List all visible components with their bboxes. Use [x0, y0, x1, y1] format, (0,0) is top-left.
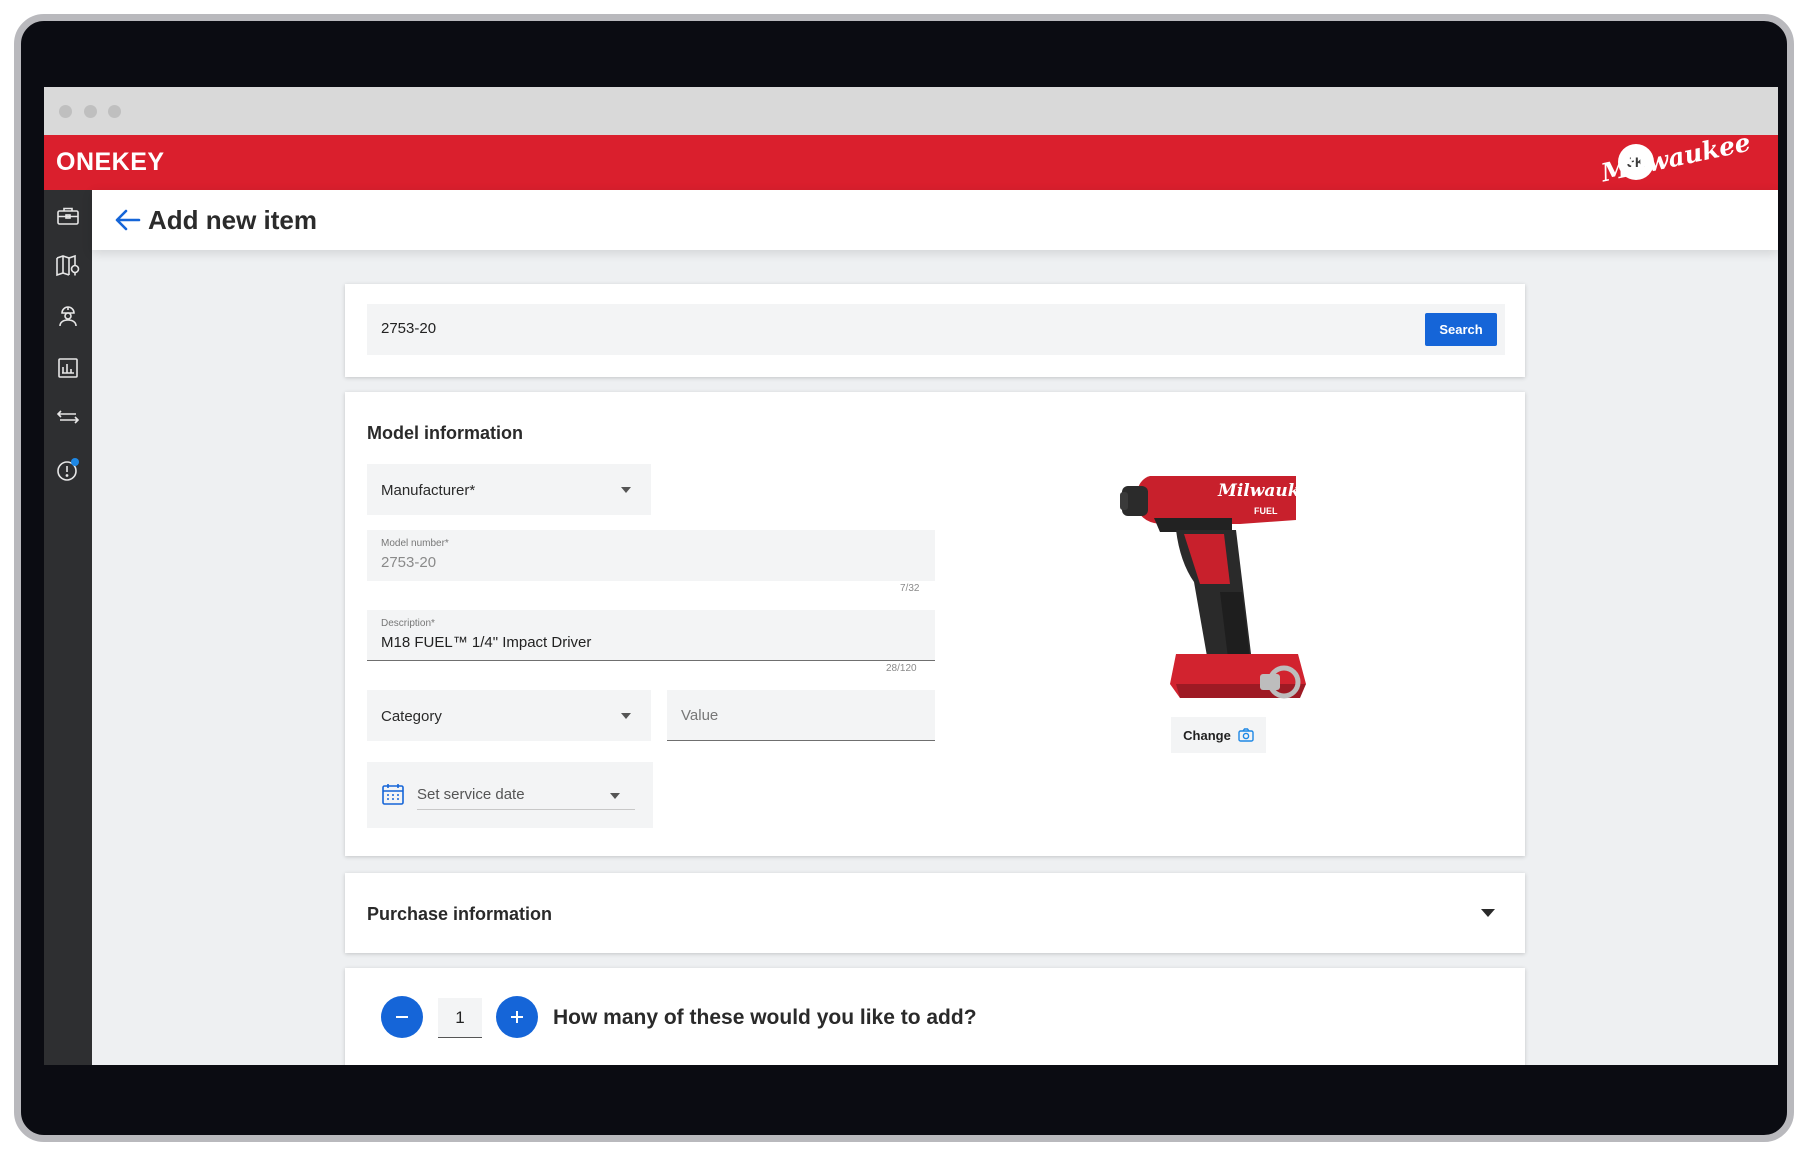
bar-chart-icon [58, 358, 78, 378]
change-image-button[interactable]: Change [1171, 717, 1266, 753]
transfer-arrows-icon [56, 410, 80, 424]
window-minimize-dot[interactable] [84, 105, 97, 118]
window-zoom-dot[interactable] [108, 105, 121, 118]
decrement-button[interactable] [381, 996, 423, 1038]
map-pin-icon [56, 254, 80, 277]
milwaukee-logo: Milwaukee [1598, 127, 1754, 188]
sidebar-nav [44, 190, 92, 1065]
purchase-information-title: Purchase information [367, 904, 553, 924]
chevron-down-icon [621, 487, 631, 493]
sidebar-item-transfers[interactable] [50, 399, 86, 435]
page-header: Add new item [92, 190, 1778, 250]
category-label: Category [381, 708, 442, 725]
window-close-dot[interactable] [59, 105, 72, 118]
chevron-down-icon [610, 793, 620, 799]
chevron-down-icon [621, 713, 631, 719]
minus-icon [396, 1016, 408, 1018]
model-information-card: Model information Manufacturer* Model nu… [345, 392, 1525, 856]
model-number-label: Model number* [381, 538, 449, 549]
page-title: Add new item [148, 205, 318, 235]
product-image: Milwaukee FUEL [1120, 476, 1320, 699]
worker-icon [59, 306, 77, 327]
category-select[interactable]: Category [367, 690, 651, 741]
description-label: Description* [381, 618, 435, 629]
back-arrow-icon[interactable] [114, 207, 142, 233]
value-field[interactable]: Value [667, 690, 935, 741]
expand-caret-icon[interactable] [1481, 909, 1495, 917]
search-button[interactable]: Search [1425, 313, 1497, 346]
manufacturer-select[interactable]: Manufacturer* [367, 464, 651, 515]
value-placeholder: Value [681, 707, 719, 724]
svg-text:FUEL: FUEL [1254, 506, 1278, 516]
model-number-field[interactable]: Model number* 2753-20 [367, 530, 935, 581]
svg-text:Milwaukee: Milwaukee [1217, 481, 1320, 501]
increment-button[interactable] [496, 996, 538, 1038]
sidebar-item-reports[interactable] [50, 350, 86, 386]
plus-icon [511, 1011, 523, 1023]
sidebar-item-toolbox[interactable] [50, 198, 86, 234]
search-card: 2753-20 Search [345, 284, 1525, 377]
app-header: ONEKEY JK Milwaukee [44, 128, 1778, 190]
device-frame: ONEKEY JK Milwaukee Add new item 2753-20… [14, 14, 1794, 1142]
service-date-picker[interactable]: Set service date [367, 762, 653, 828]
purchase-information-card[interactable]: Purchase information [345, 873, 1525, 953]
description-value: M18 FUEL™ 1/4" Impact Driver [381, 634, 592, 651]
service-date-label: Set service date [417, 786, 525, 803]
model-number-value: 2753-20 [381, 554, 437, 571]
model-number-counter: 7/32 [900, 583, 920, 594]
calendar-icon [382, 784, 404, 805]
onekey-logo[interactable]: ONEKEY [56, 148, 165, 177]
description-field[interactable]: Description* M18 FUEL™ 1/4" Impact Drive… [367, 610, 935, 661]
sidebar-item-people[interactable] [50, 298, 86, 334]
search-value: 2753-20 [381, 320, 437, 337]
app-screen: ONEKEY JK Milwaukee Add new item 2753-20… [44, 87, 1778, 1065]
browser-chrome [44, 87, 1778, 135]
manufacturer-label: Manufacturer* [381, 482, 476, 499]
model-information-title: Model information [367, 423, 523, 443]
quantity-question: How many of these would you like to add? [553, 1006, 977, 1029]
sidebar-item-map[interactable] [50, 248, 86, 284]
briefcase-icon [57, 207, 79, 225]
model-search-input[interactable]: 2753-20 Search [367, 304, 1505, 355]
quantity-card: 1 How many of these would you like to ad… [345, 968, 1525, 1065]
quantity-input[interactable]: 1 [438, 998, 482, 1038]
sidebar-item-alerts[interactable] [50, 452, 86, 488]
description-counter: 28/120 [886, 663, 917, 674]
alert-icon [57, 458, 79, 481]
service-date-underline [417, 809, 635, 810]
camera-icon [1238, 728, 1254, 742]
change-label: Change [1183, 727, 1231, 743]
